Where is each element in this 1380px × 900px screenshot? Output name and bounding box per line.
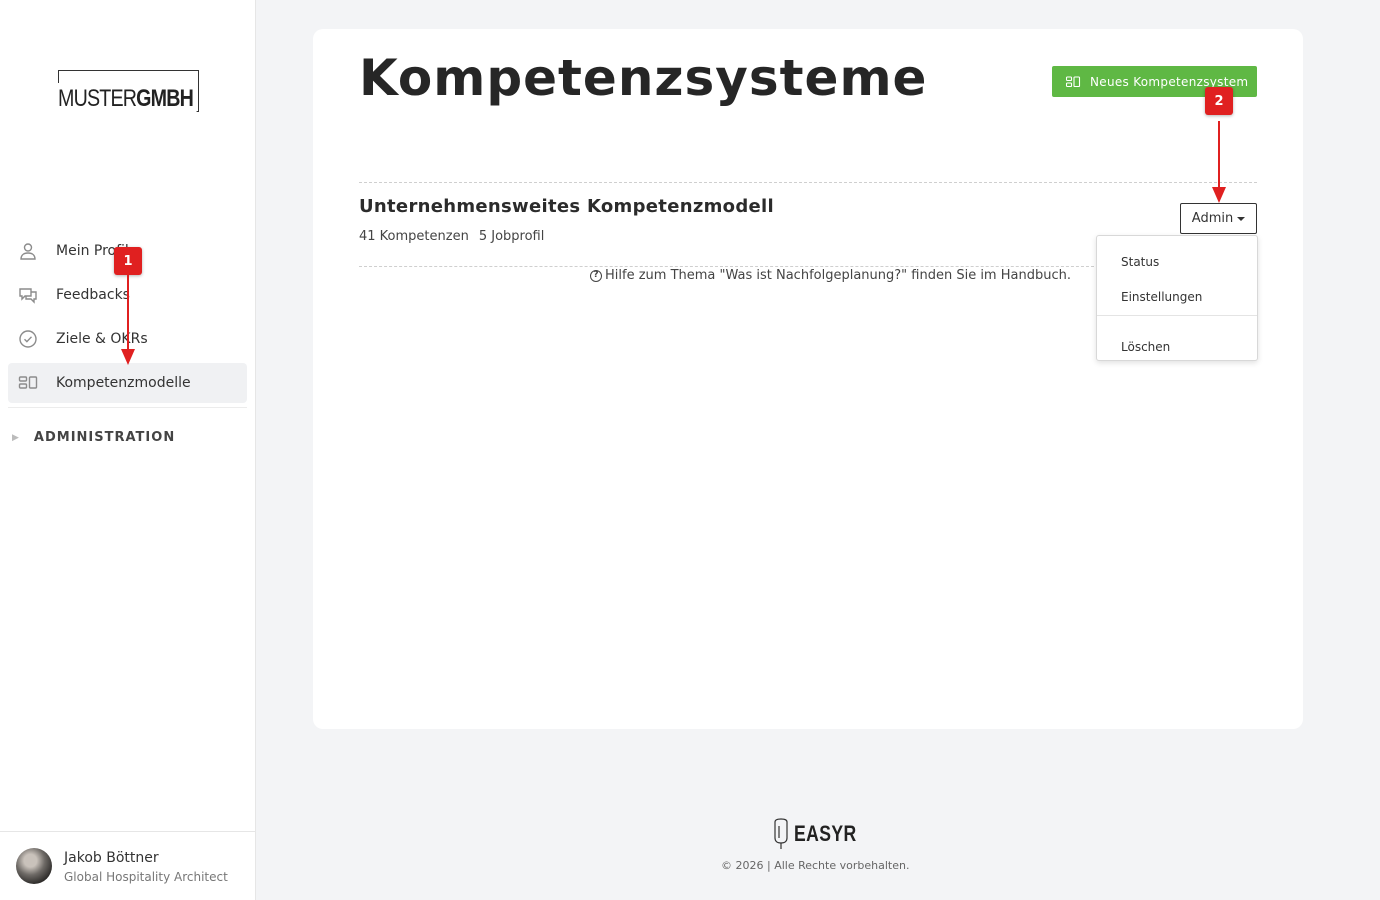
menu-item-status[interactable]: Status <box>1121 255 1159 269</box>
content-card: Kompetenzsysteme Neues Kompetenzsystem U… <box>313 29 1303 729</box>
help-link[interactable]: ? Hilfe zum Thema "Was ist Nachfolgeplan… <box>590 268 1071 283</box>
divider <box>359 266 1099 267</box>
check-circle-icon <box>19 330 37 348</box>
annotation-arrow-2 <box>1212 121 1226 203</box>
user-profile[interactable]: Jakob Böttner Global Hospitality Archite… <box>0 831 256 900</box>
divider <box>359 182 1257 183</box>
user-icon <box>20 243 36 260</box>
copyright: © 2026 | Alle Rechte vorbehalten. <box>721 859 910 872</box>
caret-down-icon <box>1237 216 1246 221</box>
annotation-arrow-1 <box>121 275 135 365</box>
company-logo[interactable]: MUSTERGMBH <box>58 70 199 112</box>
help-text: Hilfe zum Thema "Was ist Nachfolgeplanun… <box>605 268 1071 283</box>
page-title: Kompetenzsysteme <box>359 49 928 107</box>
footer-brand: EASYR <box>772 818 872 850</box>
menu-item-einstellungen[interactable]: Einstellungen <box>1121 290 1202 304</box>
sidebar-item-label: Kompetenzmodelle <box>56 375 191 391</box>
caret-right-icon: ▶ <box>12 432 20 443</box>
model-title[interactable]: Unternehmensweites Kompetenzmodell <box>359 196 774 217</box>
sidebar-section-administration[interactable]: ▶ ADMINISTRATION <box>12 430 175 445</box>
annotation-badge-1: 1 <box>114 247 142 275</box>
nav-divider <box>8 407 247 408</box>
jobprofile-count: 5 Jobprofil <box>478 229 545 244</box>
avatar <box>16 848 52 884</box>
menu-item-loeschen[interactable]: Löschen <box>1121 340 1170 354</box>
user-role: Global Hospitality Architect <box>64 870 228 884</box>
easyr-logo-icon <box>774 818 788 849</box>
menu-divider <box>1097 315 1257 316</box>
question-icon: ? <box>590 269 602 282</box>
sidebar: MUSTERGMBH Mein Profil Feedbacks Ziele &… <box>0 0 256 900</box>
user-name: Jakob Böttner <box>64 850 159 866</box>
admin-dropdown-button[interactable]: Admin <box>1180 203 1257 234</box>
model-meta: 41 Kompetenzen 5 Jobprofil <box>359 229 544 244</box>
grid-icon <box>1066 75 1081 87</box>
grid-icon <box>18 376 38 389</box>
sidebar-item-kompetenzmodelle[interactable]: Kompetenzmodelle <box>8 363 247 403</box>
section-label: ADMINISTRATION <box>33 430 176 445</box>
chat-icon <box>19 288 37 304</box>
admin-button-label: Admin <box>1191 211 1234 226</box>
brand-name: EASYR <box>794 821 857 846</box>
admin-dropdown-menu: Status Einstellungen Löschen <box>1096 235 1258 361</box>
competency-count: 41 Kompetenzen <box>359 229 469 244</box>
annotation-badge-2: 2 <box>1205 87 1233 115</box>
